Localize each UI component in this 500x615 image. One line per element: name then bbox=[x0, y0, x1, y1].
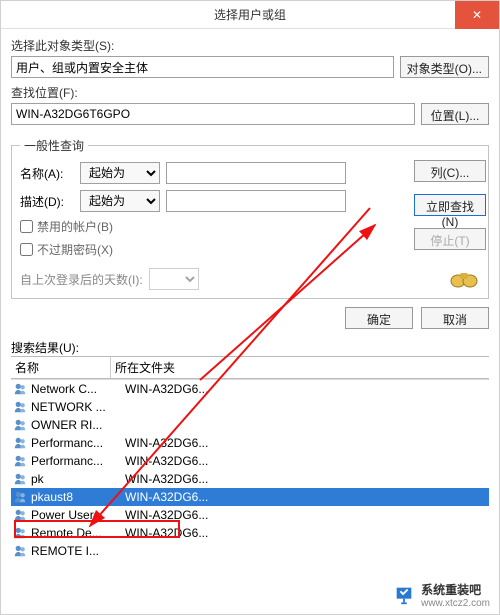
row-name: Performanc... bbox=[31, 436, 125, 450]
row-folder: WIN-A32DG6... bbox=[125, 454, 487, 468]
result-row[interactable]: Network C...WIN-A32DG6... bbox=[11, 380, 489, 398]
row-name: OWNER RI... bbox=[31, 418, 125, 432]
stop-button[interactable]: 停止(T) bbox=[414, 228, 486, 250]
row-name: REMOTE I... bbox=[31, 544, 125, 557]
name-filter-input[interactable] bbox=[166, 162, 346, 184]
location-button[interactable]: 位置(L)... bbox=[421, 103, 489, 125]
result-row[interactable]: Performanc...WIN-A32DG6... bbox=[11, 452, 489, 470]
row-name: Network C... bbox=[31, 382, 125, 396]
user-group-icon bbox=[13, 382, 27, 396]
disabled-accounts-input[interactable] bbox=[20, 220, 33, 233]
result-row[interactable]: REMOTE I... bbox=[11, 542, 489, 557]
window-title: 选择用户或组 bbox=[214, 6, 286, 23]
watermark-url: www.xtcz2.com bbox=[421, 598, 490, 609]
watermark: 系统重装吧 www.xtcz2.com bbox=[393, 581, 490, 609]
row-folder: WIN-A32DG6... bbox=[125, 436, 487, 450]
name-filter-mode[interactable]: 起始为 bbox=[80, 162, 160, 184]
row-name: NETWORK ... bbox=[31, 400, 125, 414]
desc-filter-label: 描述(D): bbox=[20, 193, 74, 210]
common-queries-legend: 一般性查询 bbox=[20, 137, 88, 154]
find-now-button[interactable]: 立即查找(N) bbox=[414, 194, 486, 216]
row-name: pk bbox=[31, 472, 125, 486]
no-expire-input[interactable] bbox=[20, 243, 33, 256]
user-group-icon bbox=[13, 472, 27, 486]
desc-filter-mode[interactable]: 起始为 bbox=[80, 190, 160, 212]
user-group-icon bbox=[13, 544, 27, 557]
user-group-icon bbox=[13, 454, 27, 468]
results-label: 搜索结果(U): bbox=[11, 339, 489, 356]
name-filter-label: 名称(A): bbox=[20, 165, 74, 182]
ok-button[interactable]: 确定 bbox=[345, 307, 413, 329]
query-buttons-column: 列(C)... 立即查找(N) 停止(T) bbox=[414, 160, 486, 250]
location-label: 查找位置(F): bbox=[11, 84, 489, 101]
last-logon-label: 自上次登录后的天数(I): bbox=[20, 271, 143, 288]
title-bar: 选择用户或组 ✕ bbox=[1, 1, 499, 29]
location-input[interactable] bbox=[11, 103, 415, 125]
row-name: pkaust8 bbox=[31, 490, 125, 504]
object-types-button[interactable]: 对象类型(O)... bbox=[400, 56, 489, 78]
result-row[interactable]: OWNER RI... bbox=[11, 416, 489, 434]
close-icon: ✕ bbox=[472, 8, 482, 22]
last-logon-select[interactable] bbox=[149, 268, 199, 290]
row-folder: WIN-A32DG6... bbox=[125, 382, 487, 396]
user-group-icon bbox=[13, 490, 27, 504]
row-folder: WIN-A32DG6... bbox=[125, 490, 487, 504]
results-header: 名称 所在文件夹 bbox=[11, 356, 489, 379]
object-type-label: 选择此对象类型(S): bbox=[11, 37, 489, 54]
result-row[interactable]: Performanc...WIN-A32DG6... bbox=[11, 434, 489, 452]
columns-button[interactable]: 列(C)... bbox=[414, 160, 486, 182]
result-row[interactable]: pkaust8WIN-A32DG6... bbox=[11, 488, 489, 506]
result-row[interactable]: NETWORK ... bbox=[11, 398, 489, 416]
user-group-icon bbox=[13, 436, 27, 450]
annotation-red-box bbox=[14, 520, 180, 538]
user-group-icon bbox=[13, 418, 27, 432]
disabled-accounts-checkbox[interactable]: 禁用的帐户(B) bbox=[20, 218, 480, 235]
binoculars-icon bbox=[448, 269, 480, 289]
desc-filter-input[interactable] bbox=[166, 190, 346, 212]
watermark-icon bbox=[393, 584, 415, 606]
object-type-input[interactable] bbox=[11, 56, 394, 78]
column-folder-header[interactable]: 所在文件夹 bbox=[111, 357, 489, 378]
watermark-text: 系统重装吧 bbox=[421, 581, 490, 598]
result-row[interactable]: pkWIN-A32DG6... bbox=[11, 470, 489, 488]
no-expire-checkbox[interactable]: 不过期密码(X) bbox=[20, 241, 480, 258]
row-name: Performanc... bbox=[31, 454, 125, 468]
user-group-icon bbox=[13, 400, 27, 414]
close-button[interactable]: ✕ bbox=[455, 1, 499, 29]
cancel-button[interactable]: 取消 bbox=[421, 307, 489, 329]
row-folder: WIN-A32DG6... bbox=[125, 472, 487, 486]
column-name-header[interactable]: 名称 bbox=[11, 357, 111, 378]
